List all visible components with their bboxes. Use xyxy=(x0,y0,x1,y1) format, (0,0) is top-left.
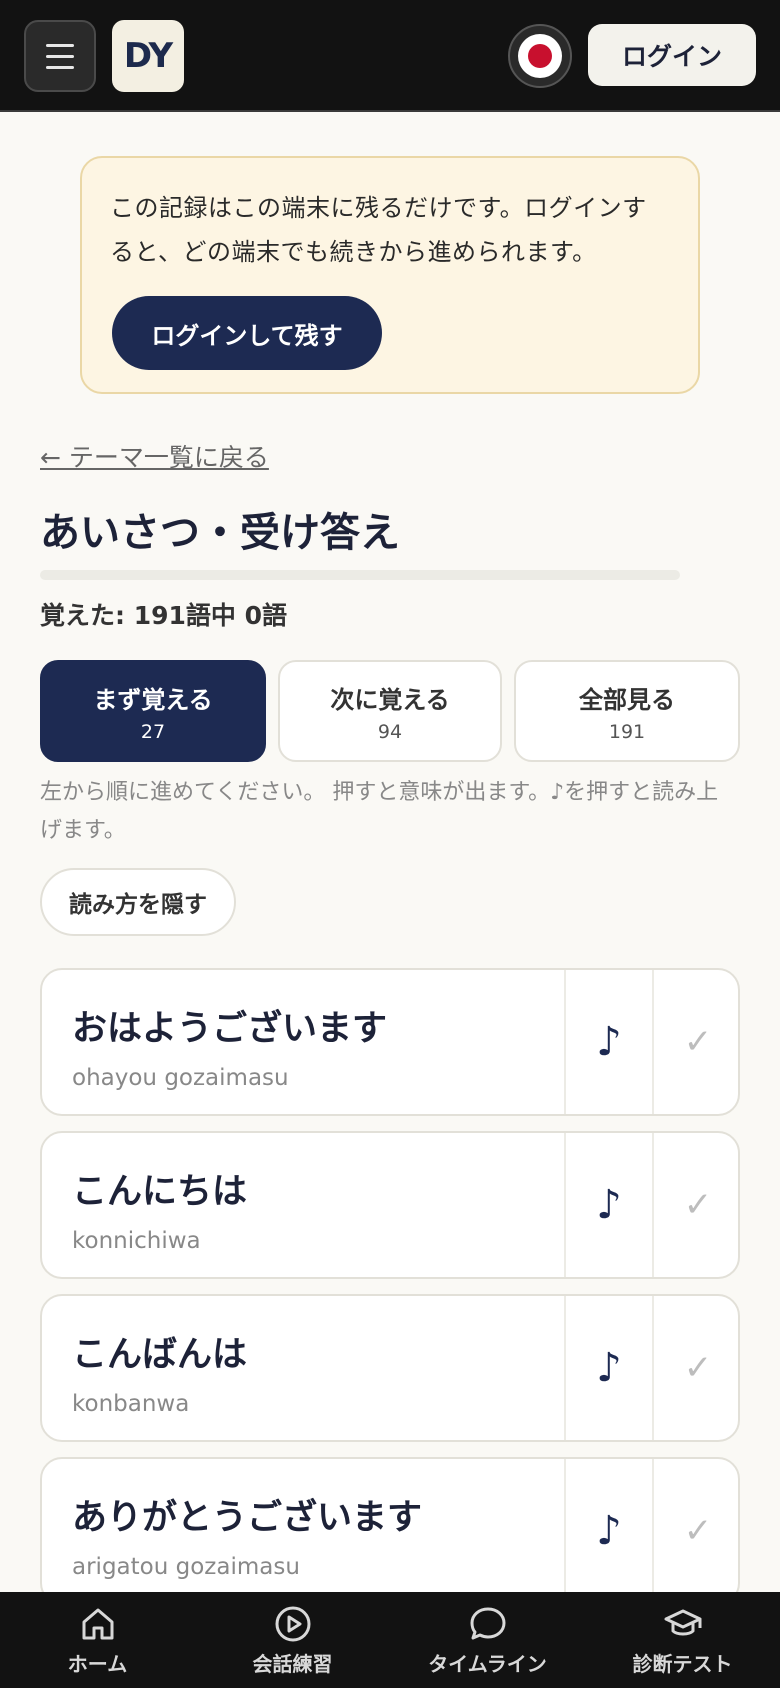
top-bar: DY ログイン xyxy=(0,0,780,112)
nav-label: 診断テスト xyxy=(632,1651,733,1676)
japan-flag-icon xyxy=(518,34,562,78)
chat-bubble-icon xyxy=(468,1604,508,1644)
hide-reading-button[interactable]: 読み方を隠す xyxy=(40,868,236,936)
word-japanese: ありがとうございます xyxy=(72,1498,423,1538)
play-circle-icon xyxy=(273,1604,313,1644)
menu-button[interactable] xyxy=(24,20,96,92)
nav-diagnostic-test[interactable]: 診断テスト xyxy=(585,1592,780,1688)
word-card[interactable]: ありがとうございます arigatou gozaimasu ♪ ✓ xyxy=(40,1457,740,1605)
play-audio-icon[interactable]: ♪ xyxy=(564,1459,652,1603)
login-to-save-button[interactable]: ログインして残す xyxy=(112,296,382,370)
tab-label: 次に覚える xyxy=(330,685,450,714)
hamburger-line xyxy=(46,43,74,47)
tab-count: 27 xyxy=(140,720,166,743)
tab-first-learn[interactable]: まず覚える 27 xyxy=(40,660,266,762)
word-romaji: arigatou gozaimasu xyxy=(72,1554,300,1580)
instruction-text: 左から順に進めてください。 押すと意味が出ます。♪を押すと読み上げます。 xyxy=(40,780,719,843)
tab-label: まず覚える xyxy=(93,685,213,714)
word-romaji: konnichiwa xyxy=(72,1228,201,1254)
play-audio-icon[interactable]: ♪ xyxy=(564,970,652,1114)
progress-text: 覚えた: 191語中 0語 xyxy=(40,601,287,630)
tab-label: 全部見る xyxy=(579,685,675,714)
nav-label: タイムライン xyxy=(428,1651,547,1676)
progress-bar xyxy=(40,570,680,580)
word-japanese: こんにちは xyxy=(72,1172,248,1212)
language-button[interactable] xyxy=(508,24,572,88)
tab-count: 191 xyxy=(608,720,646,743)
hamburger-line xyxy=(46,54,74,58)
nav-conversation[interactable]: 会話練習 xyxy=(195,1592,390,1688)
word-card[interactable]: こんばんは konbanwa ♪ ✓ xyxy=(40,1294,740,1442)
word-text-area[interactable]: おはようございます ohayou gozaimasu xyxy=(72,1000,387,1091)
bottom-navigation: ホーム 会話練習 タイムライン 診断テスト xyxy=(0,1592,780,1688)
hamburger-line xyxy=(46,65,74,69)
nav-timeline[interactable]: タイムライン xyxy=(390,1592,585,1688)
back-to-themes-link[interactable]: ← テーマ一覧に戻る xyxy=(40,438,269,474)
word-card[interactable]: おはようございます ohayou gozaimasu ♪ ✓ xyxy=(40,968,740,1116)
login-button[interactable]: ログイン xyxy=(588,24,756,86)
word-romaji: ohayou gozaimasu xyxy=(72,1065,289,1091)
flag-circle xyxy=(528,44,552,68)
nav-home[interactable]: ホーム xyxy=(0,1592,195,1688)
mark-learned-icon[interactable]: ✓ xyxy=(652,1459,738,1603)
play-audio-icon[interactable]: ♪ xyxy=(564,1296,652,1440)
tab-next-learn[interactable]: 次に覚える 94 xyxy=(278,660,502,762)
word-text-area[interactable]: こんばんは konbanwa xyxy=(72,1326,247,1417)
nav-label: ホーム xyxy=(67,1651,128,1676)
graduation-cap-icon xyxy=(663,1604,703,1644)
local-save-notice: この記録はこの端末に残るだけです。ログインすると、どの端末でも続きから進められま… xyxy=(80,156,700,394)
word-card[interactable]: こんにちは konnichiwa ♪ ✓ xyxy=(40,1131,740,1279)
tab-view-all[interactable]: 全部見る 191 xyxy=(514,660,740,762)
notice-text: この記録はこの端末に残るだけです。ログインすると、どの端末でも続きから進められま… xyxy=(110,194,647,266)
word-text-area[interactable]: こんにちは konnichiwa xyxy=(72,1163,247,1254)
word-romaji: konbanwa xyxy=(72,1391,190,1417)
word-japanese: おはようございます xyxy=(72,1009,388,1049)
page-title: あいさつ・受け答え xyxy=(40,510,400,556)
nav-label: 会話練習 xyxy=(252,1651,333,1676)
mark-learned-icon[interactable]: ✓ xyxy=(652,1133,738,1277)
mark-learned-icon[interactable]: ✓ xyxy=(652,970,738,1114)
word-text-area[interactable]: ありがとうございます arigatou gozaimasu xyxy=(72,1489,422,1580)
app-logo[interactable]: DY xyxy=(112,20,184,92)
home-icon xyxy=(78,1604,118,1644)
tab-count: 94 xyxy=(377,720,403,743)
mark-learned-icon[interactable]: ✓ xyxy=(652,1296,738,1440)
word-japanese: こんばんは xyxy=(72,1335,248,1375)
play-audio-icon[interactable]: ♪ xyxy=(564,1133,652,1277)
